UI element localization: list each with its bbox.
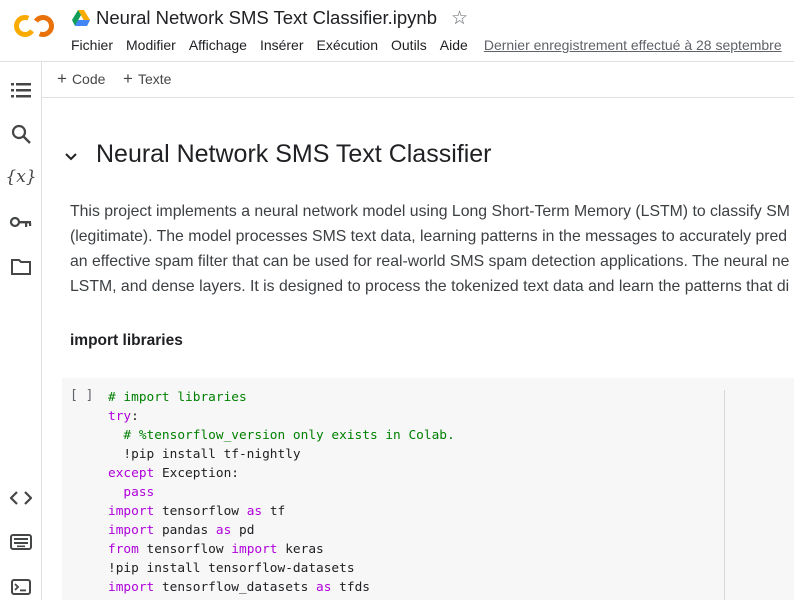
star-icon[interactable]: ☆ xyxy=(451,9,468,28)
menu-affichage[interactable]: Affichage xyxy=(189,37,247,53)
last-saved-link[interactable]: Dernier enregistrement effectué à 28 sep… xyxy=(484,37,782,53)
add-text-cell-button[interactable]: + Texte xyxy=(123,70,171,87)
code-token: Exception: xyxy=(154,466,239,481)
secrets-key-icon[interactable] xyxy=(6,207,36,237)
description-paragraph: This project implements a neural network… xyxy=(70,199,794,299)
subheading-import-libraries: import libraries xyxy=(70,332,183,349)
files-folder-icon[interactable] xyxy=(6,251,36,281)
code-line: from tensorflow import keras xyxy=(108,540,455,559)
code-comment: # import libraries xyxy=(108,390,247,405)
add-code-cell-button[interactable]: + Code xyxy=(57,70,105,87)
code-token: keras xyxy=(277,542,324,557)
left-sidebar: {x} xyxy=(0,62,42,600)
terminal-icon[interactable] xyxy=(6,572,36,600)
search-icon[interactable] xyxy=(6,119,36,149)
paragraph-line: LSTM, and dense layers. It is designed t… xyxy=(70,278,790,295)
code-keyword: from xyxy=(108,542,139,557)
chevron-down-icon[interactable] xyxy=(63,149,79,165)
colab-header: Neural Network SMS Text Classifier.ipynb… xyxy=(0,0,794,62)
code-keyword: try xyxy=(108,409,132,424)
table-of-contents-icon[interactable] xyxy=(6,75,36,105)
code-keyword: as xyxy=(215,523,232,538)
notebook-toolbar: + Code + Texte xyxy=(42,62,794,98)
code-line: pass xyxy=(108,483,455,502)
code-line: import tensorflow_datasets as tfds xyxy=(108,578,455,597)
code-line: try: xyxy=(108,407,455,426)
paragraph-line: an effective spam filter that can be use… xyxy=(70,253,790,270)
plus-icon: + xyxy=(57,69,67,88)
google-drive-icon[interactable] xyxy=(72,10,90,26)
menu-aide[interactable]: Aide xyxy=(440,37,468,53)
add-code-label: Code xyxy=(71,70,106,87)
colab-logo-icon[interactable] xyxy=(14,12,56,40)
code-token: pd xyxy=(231,523,255,538)
plus-icon: + xyxy=(123,69,133,88)
code-line: import tensorflow as tf xyxy=(108,502,455,521)
menu-modifier[interactable]: Modifier xyxy=(126,37,176,53)
paragraph-line: (legitimate). The model processes SMS te… xyxy=(70,228,788,245)
run-cell-button[interactable]: [ ] xyxy=(70,388,93,403)
code-keyword: import xyxy=(108,523,155,538)
code-line: # import libraries xyxy=(108,388,455,407)
code-line: except Exception: xyxy=(108,464,455,483)
code-comment: # %tensorflow_version only exists in Col… xyxy=(108,428,455,443)
title-row: Neural Network SMS Text Classifier.ipynb… xyxy=(72,6,468,30)
code-token: tfds xyxy=(331,580,370,595)
menu-execution[interactable]: Exécution xyxy=(317,37,378,53)
notebook-content: Neural Network SMS Text Classifier This … xyxy=(42,98,794,600)
menu-outils[interactable]: Outils xyxy=(391,37,427,53)
code-line: # %tensorflow_version only exists in Col… xyxy=(108,426,455,445)
code-line: !pip install tf-nightly xyxy=(108,445,455,464)
add-text-label: Texte xyxy=(137,70,172,87)
menu-bar: Fichier Modifier Affichage Insérer Exécu… xyxy=(71,37,782,53)
section-heading: Neural Network SMS Text Classifier xyxy=(96,140,492,168)
code-cell[interactable]: [ ] # import libraries try: # %tensorflow… xyxy=(62,378,794,600)
command-palette-icon[interactable] xyxy=(6,527,36,557)
code-keyword: as xyxy=(316,580,332,595)
code-token: tensorflow xyxy=(138,542,232,557)
menu-fichier[interactable]: Fichier xyxy=(71,37,113,53)
code-token: : xyxy=(131,409,139,424)
code-keyword: as xyxy=(246,504,263,519)
variables-icon[interactable]: {x} xyxy=(5,162,36,192)
code-line: !pip install tensorflow-datasets xyxy=(108,559,455,578)
code-keyword: import xyxy=(231,542,278,557)
paragraph-line: This project implements a neural network… xyxy=(70,203,790,220)
code-token: !pip install tf-nightly xyxy=(108,447,301,462)
code-snippets-icon[interactable] xyxy=(6,483,36,513)
code-keyword: except xyxy=(108,466,155,481)
notebook-title[interactable]: Neural Network SMS Text Classifier.ipynb xyxy=(96,7,437,29)
code-token: tensorflow_datasets xyxy=(154,580,317,595)
code-token: pandas xyxy=(154,523,216,538)
code-editor[interactable]: # import libraries try: # %tensorflow_ver… xyxy=(108,388,455,597)
code-token: !pip install tensorflow-datasets xyxy=(108,561,355,576)
code-keyword: pass xyxy=(108,485,155,500)
code-line: import pandas as pd xyxy=(108,521,455,540)
code-keyword: import xyxy=(108,504,155,519)
cell-divider xyxy=(724,390,725,600)
menu-inserer[interactable]: Insérer xyxy=(260,37,304,53)
code-token: tensorflow xyxy=(154,504,247,519)
code-keyword: import xyxy=(108,580,155,595)
code-token: tf xyxy=(262,504,286,519)
